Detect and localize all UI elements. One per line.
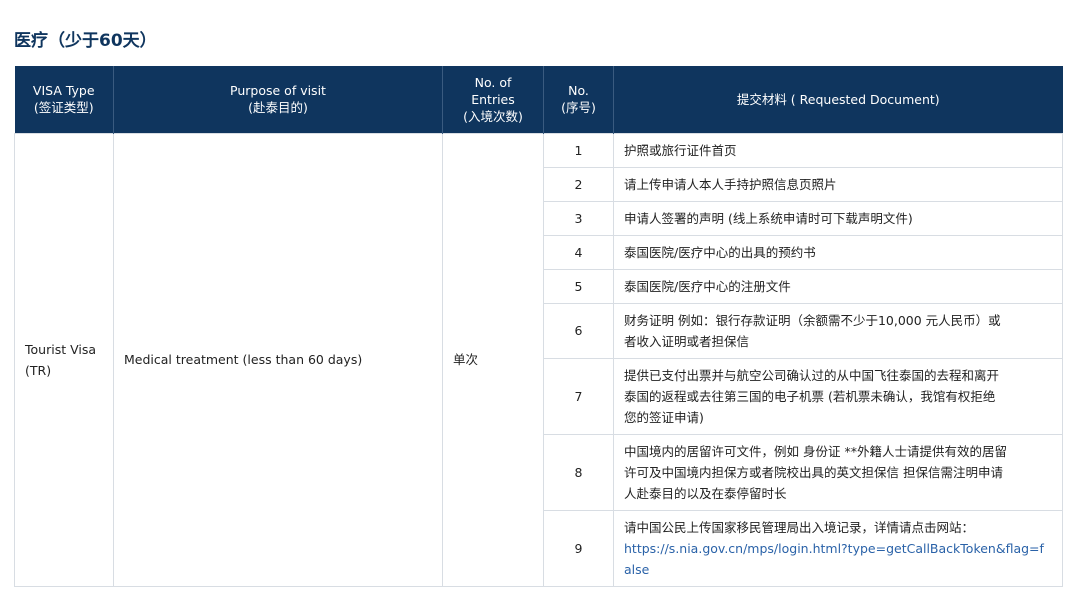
row-number: 1 [543, 132, 614, 168]
document-cell: 护照或旅行证件首页 [613, 132, 1063, 168]
row-number: 5 [543, 268, 614, 304]
header-text: Purpose of visit [230, 83, 326, 99]
document-cell: 提供已支付出票并与航空公司确认过的从中国飞往泰国的去程和离开 泰国的返程或去往第… [613, 357, 1063, 435]
header-text: Entries [471, 91, 515, 107]
row-number: 6 [543, 302, 614, 359]
document-cell: 泰国医院/医疗中心的出具的预约书 [613, 234, 1063, 270]
link-text: alse [624, 561, 650, 577]
row-number: 4 [543, 234, 614, 270]
table-row: Tourist Visa (TR) Medical treatment (les… [14, 132, 1063, 587]
header-text: (签证类型) [33, 100, 94, 116]
visa-type-code: (TR) [25, 362, 52, 378]
header-visa-type: VISA Type (签证类型) [14, 66, 114, 133]
table-header-row: VISA Type (签证类型) Purpose of visit (赴泰目的)… [14, 66, 1063, 133]
header-documents: 提交材料 ( Requested Document) [613, 66, 1063, 133]
document-text: 财务证明 例如：银行存款证明（余额需不少于10,000 元人民币）或 [624, 312, 1001, 328]
section-heading: 医疗（少于60天） [14, 31, 157, 51]
entries-cell: 单次 [442, 132, 544, 587]
document-text: 请中国公民上传国家移民管理局出入境记录，详情请点击网站： [624, 519, 975, 535]
header-purpose: Purpose of visit (赴泰目的) [113, 66, 443, 133]
document-cell: 中国境内的居留许可文件，例如 身份证 **外籍人士请提供有效的居留 许可及中国境… [613, 433, 1063, 511]
link-text: https://s.nia.gov.cn/mps/login.html?type… [624, 540, 1044, 556]
document-text: 者收入证明或者担保信 [624, 333, 750, 349]
header-text: No. [568, 83, 589, 99]
nia-website-link[interactable]: https://s.nia.gov.cn/mps/login.html?type… [624, 538, 1052, 580]
row-number: 8 [543, 433, 614, 511]
document-text: 您的签证申请) [624, 409, 704, 425]
visa-requirements-table: VISA Type (签证类型) Purpose of visit (赴泰目的)… [14, 66, 1063, 587]
document-cell: 泰国医院/医疗中心的注册文件 [613, 268, 1063, 304]
document-text: 泰国的返程或去往第三国的电子机票 (若机票未确认，我馆有权拒绝 [624, 388, 996, 404]
header-entries: No. of Entries (入境次数) [442, 66, 544, 133]
header-text: No. of [474, 74, 512, 90]
row-number: 7 [543, 357, 614, 435]
header-no: No. (序号) [543, 66, 614, 133]
visa-type-text: Tourist Visa [25, 341, 97, 357]
document-cell: 请中国公民上传国家移民管理局出入境记录，详情请点击网站： https://s.n… [613, 509, 1063, 587]
header-text: (序号) [561, 100, 596, 116]
header-text: (入境次数) [463, 108, 523, 124]
document-text: 许可及中国境内担保方或者院校出具的英文担保信 担保信需注明申请 [624, 464, 1003, 480]
document-cell: 申请人签署的声明 (线上系统申请时可下载声明文件) [613, 200, 1063, 236]
row-number: 2 [543, 166, 614, 202]
document-text: 提供已支付出票并与航空公司确认过的从中国飞往泰国的去程和离开 [624, 367, 1000, 383]
document-text: 人赴泰目的以及在泰停留时长 [624, 485, 787, 501]
row-number: 9 [543, 509, 614, 587]
document-text: 中国境内的居留许可文件，例如 身份证 **外籍人士请提供有效的居留 [624, 443, 1007, 459]
purpose-cell: Medical treatment (less than 60 days) [113, 132, 443, 587]
row-number: 3 [543, 200, 614, 236]
document-cell: 请上传申请人本人手持护照信息页照片 [613, 166, 1063, 202]
header-text: (赴泰目的) [248, 100, 308, 116]
header-text: VISA Type [32, 83, 95, 99]
document-cell: 财务证明 例如：银行存款证明（余额需不少于10,000 元人民币）或 者收入证明… [613, 302, 1063, 359]
visa-type-cell: Tourist Visa (TR) [14, 132, 114, 587]
